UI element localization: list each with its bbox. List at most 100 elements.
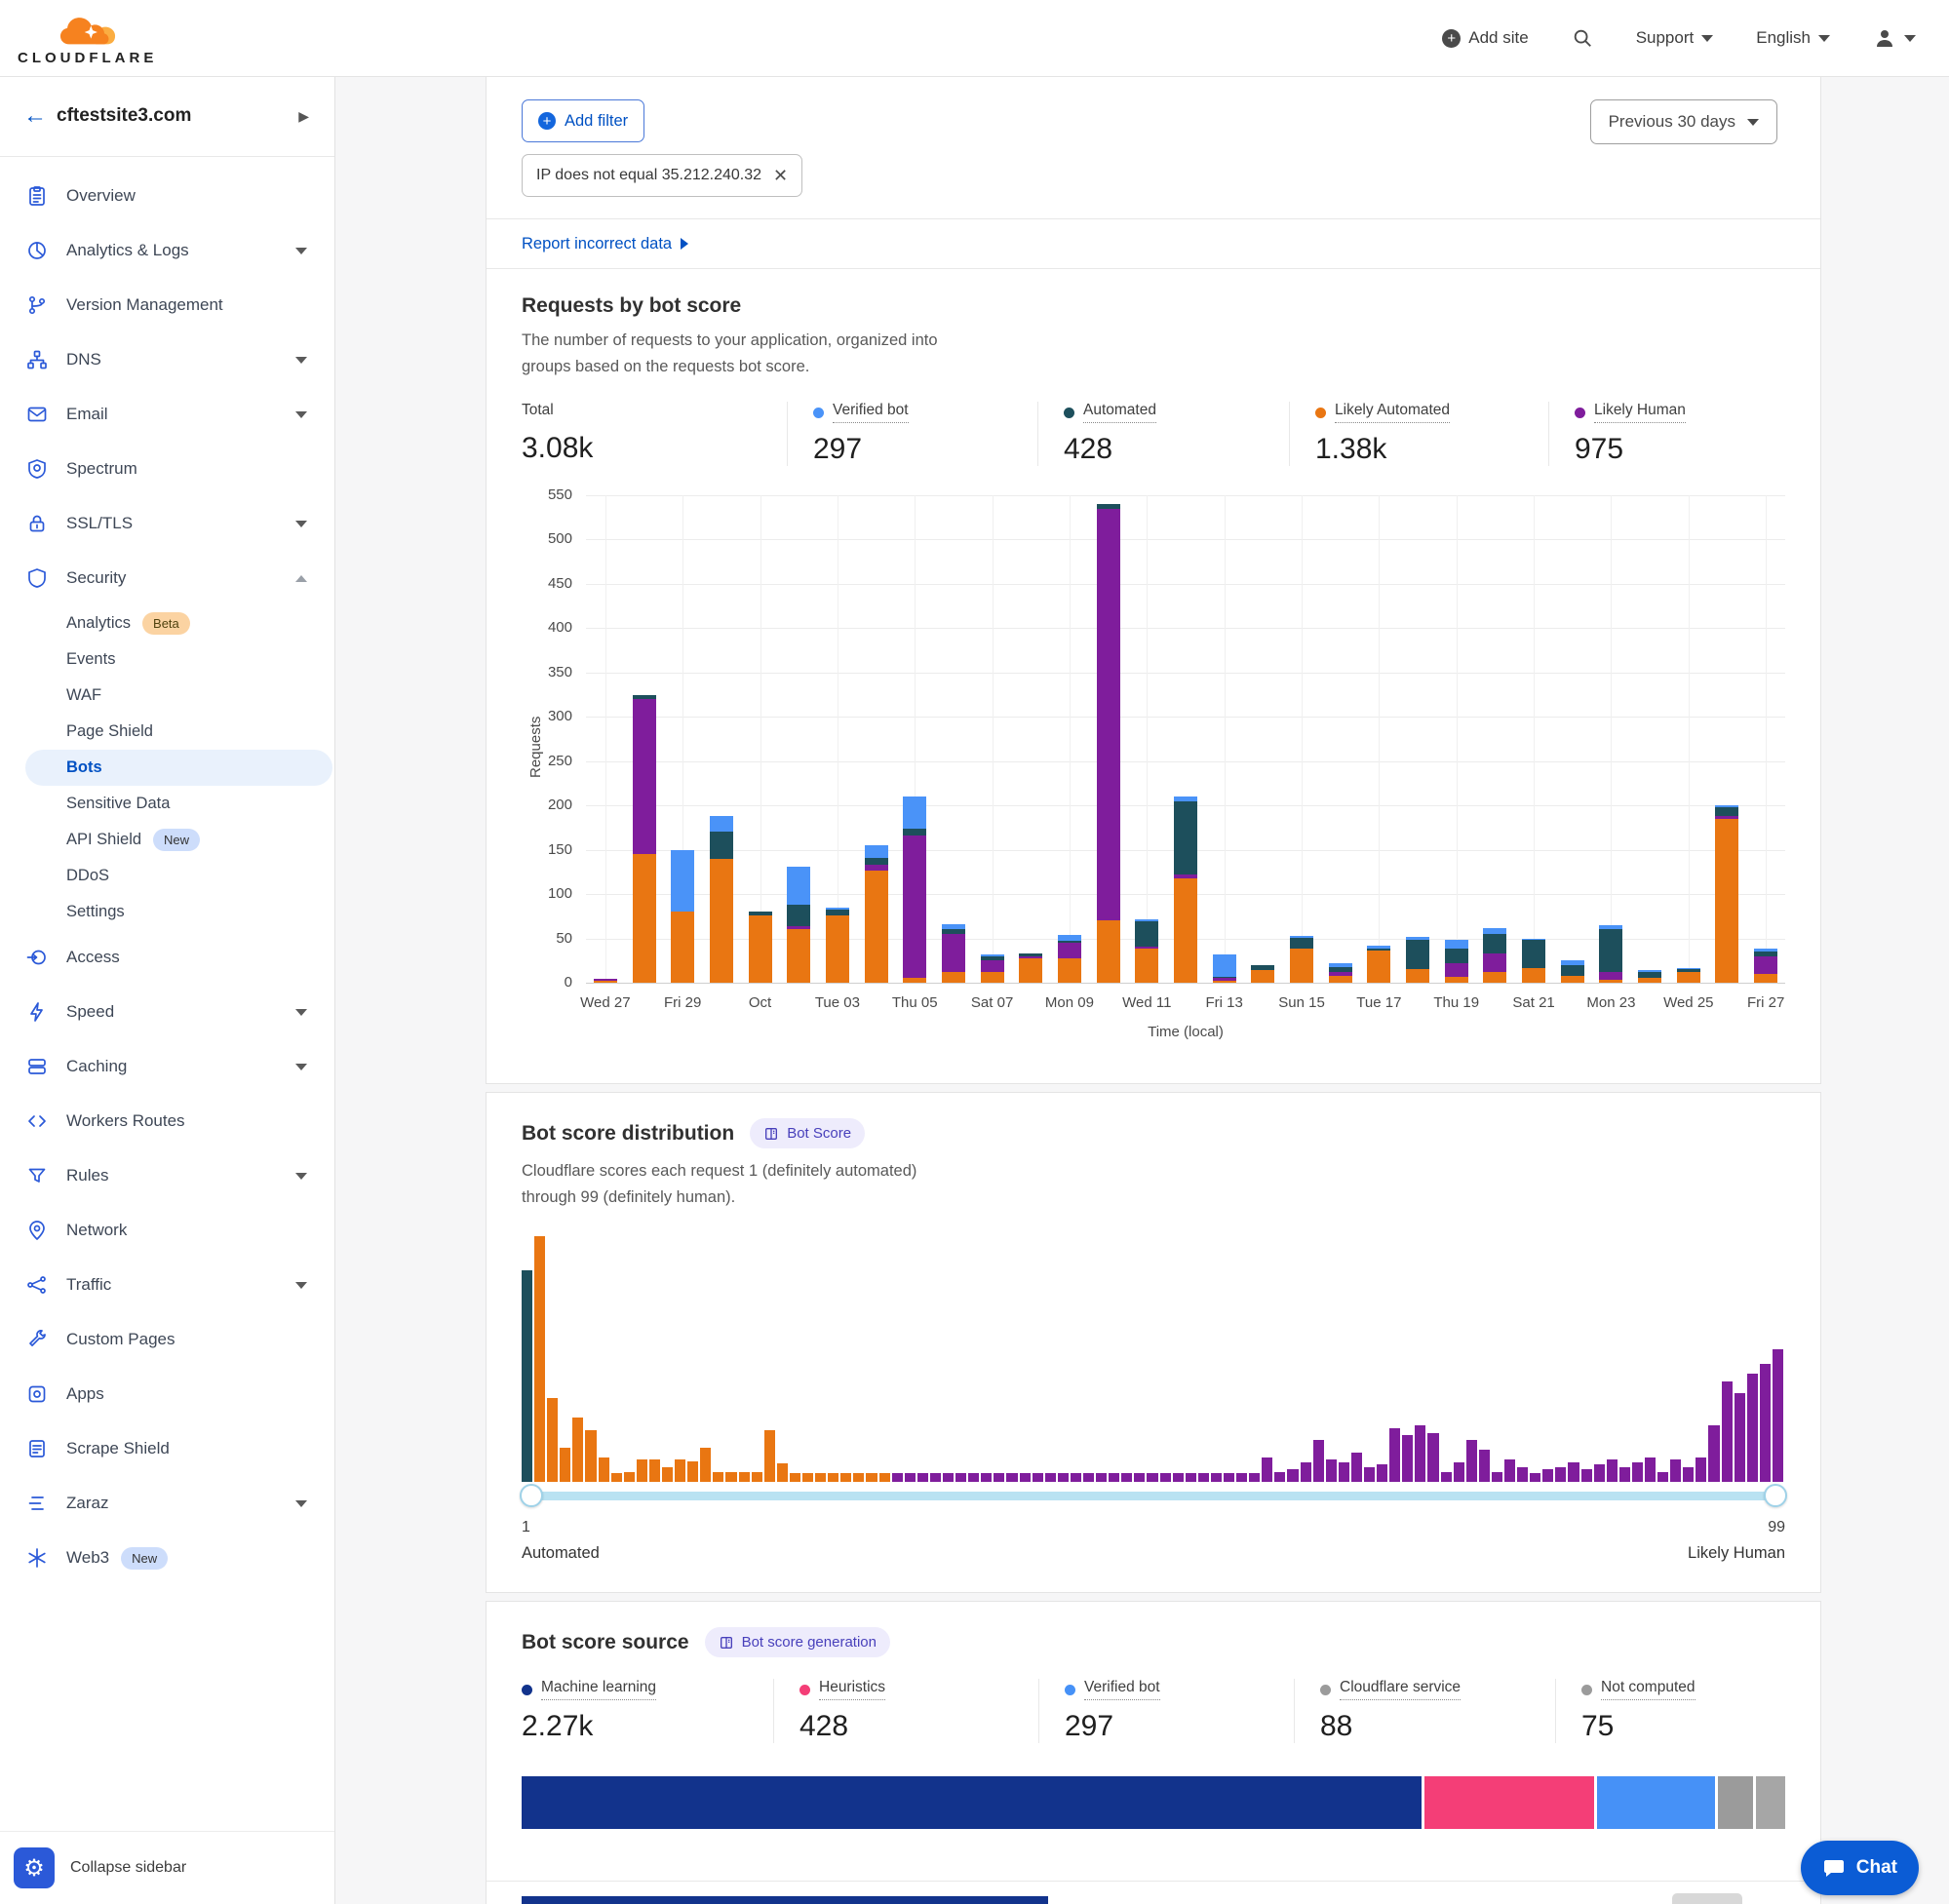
histogram-bar-score-95[interactable] — [1722, 1381, 1733, 1482]
bar-segment-verified-bot[interactable] — [1445, 940, 1468, 949]
histogram-bar-score-66[interactable] — [1351, 1453, 1362, 1482]
histogram-bar-score-17[interactable] — [725, 1472, 736, 1482]
add-filter-button[interactable]: + Add filter — [522, 99, 644, 142]
bar-segment-automated[interactable] — [1445, 949, 1468, 963]
histogram-bar-score-88[interactable] — [1632, 1462, 1643, 1482]
bar-segment-likely-automated[interactable] — [671, 912, 694, 983]
histogram-bar-score-30[interactable] — [892, 1473, 903, 1482]
source-segment-heuristics[interactable] — [1424, 1776, 1594, 1829]
stat-label[interactable]: Not computed — [1601, 1679, 1696, 1700]
bar-segment-likely-human[interactable] — [942, 934, 965, 972]
histogram-bar-score-33[interactable] — [930, 1473, 941, 1482]
bar-segment-automated[interactable] — [1522, 940, 1545, 967]
bar-segment-likely-human[interactable] — [1599, 972, 1622, 980]
histogram-bar-score-27[interactable] — [853, 1473, 864, 1482]
histogram-bar-score-62[interactable] — [1301, 1462, 1311, 1482]
bar-segment-likely-automated[interactable] — [1058, 958, 1081, 983]
bar-segment-likely-automated[interactable] — [1406, 969, 1429, 983]
bar-segment-verified-bot[interactable] — [1367, 946, 1390, 950]
bar-segment-likely-automated[interactable] — [1019, 958, 1042, 983]
histogram-bar-score-43[interactable] — [1058, 1473, 1069, 1482]
histogram-bar-score-29[interactable] — [879, 1473, 890, 1482]
bar-segment-automated[interactable] — [1754, 952, 1777, 956]
bar-segment-automated[interactable] — [1058, 941, 1081, 943]
sidebar-item-traffic[interactable]: Traffic — [0, 1258, 334, 1312]
bar-segment-likely-human[interactable] — [1058, 943, 1081, 958]
language-menu[interactable]: English — [1756, 28, 1830, 48]
histogram-bar-score-89[interactable] — [1645, 1457, 1656, 1482]
bar-segment-likely-human[interactable] — [1213, 978, 1236, 981]
bar-segment-likely-human[interactable] — [1329, 972, 1352, 976]
bar-segment-verified-bot[interactable] — [942, 924, 965, 929]
stat-label[interactable]: Verified bot — [833, 402, 909, 423]
bar-segment-automated[interactable] — [1019, 953, 1042, 956]
sidebar-item-workers-routes[interactable]: Workers Routes — [0, 1094, 334, 1148]
histogram-bar-score-58[interactable] — [1249, 1473, 1260, 1482]
bar-segment-likely-human[interactable] — [1174, 874, 1197, 878]
bot-score-generation-doc-badge[interactable]: Bot score generation — [705, 1627, 890, 1657]
sidebar-item-email[interactable]: Email — [0, 387, 334, 442]
histogram-bar-score-34[interactable] — [943, 1473, 954, 1482]
bar-segment-verified-bot[interactable] — [981, 954, 1004, 956]
sidebar-item-events[interactable]: Events — [0, 641, 334, 678]
stat-label[interactable]: Likely Automated — [1335, 402, 1450, 423]
sidebar-item-network[interactable]: Network — [0, 1203, 334, 1258]
histogram-bar-score-78[interactable] — [1504, 1459, 1515, 1482]
chat-button[interactable]: Chat — [1801, 1841, 1919, 1895]
bar-segment-verified-bot[interactable] — [1715, 805, 1738, 807]
bar-segment-automated[interactable] — [981, 956, 1004, 961]
bar-segment-verified-bot[interactable] — [1754, 949, 1777, 952]
bar-segment-likely-human[interactable] — [981, 960, 1004, 972]
bar-segment-likely-automated[interactable] — [1483, 972, 1506, 983]
histogram-bar-score-59[interactable] — [1262, 1457, 1272, 1482]
histogram-bar-score-44[interactable] — [1071, 1473, 1081, 1482]
bar-segment-automated[interactable] — [749, 912, 772, 915]
histogram-bar-score-21[interactable] — [777, 1463, 788, 1482]
add-site-button[interactable]: + Add site — [1442, 28, 1528, 48]
histogram-bar-score-82[interactable] — [1555, 1467, 1566, 1482]
bar-segment-likely-automated[interactable] — [1135, 949, 1158, 983]
bar-segment-verified-bot[interactable] — [1290, 936, 1313, 938]
histogram-bar-score-5[interactable] — [572, 1418, 583, 1482]
bar-segment-verified-bot[interactable] — [1677, 968, 1700, 970]
bar-segment-verified-bot[interactable] — [710, 816, 733, 832]
histogram-bar-score-53[interactable] — [1186, 1473, 1196, 1482]
bar-segment-verified-bot[interactable] — [1329, 963, 1352, 967]
bar-segment-likely-automated[interactable] — [710, 859, 733, 983]
bar-segment-likely-automated[interactable] — [1715, 819, 1738, 983]
close-icon[interactable]: ✕ — [773, 166, 788, 186]
histogram-bar-score-77[interactable] — [1492, 1472, 1502, 1482]
histogram-bar-score-73[interactable] — [1441, 1472, 1452, 1482]
sidebar-item-waf[interactable]: WAF — [0, 678, 334, 714]
histogram-bar-score-1[interactable] — [522, 1270, 532, 1482]
sidebar-item-overview[interactable]: Overview — [0, 169, 334, 223]
histogram-bar-score-84[interactable] — [1581, 1469, 1592, 1482]
bar-segment-automated[interactable] — [1290, 938, 1313, 950]
histogram-bar-score-61[interactable] — [1287, 1469, 1298, 1482]
source-segment-cloudflare-service[interactable] — [1718, 1776, 1753, 1829]
bar-segment-likely-automated[interactable] — [749, 915, 772, 983]
source-segment-machine-learning[interactable] — [522, 1776, 1422, 1829]
collapse-sidebar-label[interactable]: Collapse sidebar — [70, 1859, 186, 1877]
sidebar-item-bots[interactable]: Bots — [25, 750, 332, 786]
histogram-bar-score-48[interactable] — [1121, 1473, 1132, 1482]
histogram-bar-score-25[interactable] — [828, 1473, 838, 1482]
bar-segment-likely-automated[interactable] — [633, 854, 656, 983]
stat-label[interactable]: Machine learning — [541, 1679, 656, 1700]
histogram-bar-score-65[interactable] — [1339, 1462, 1349, 1482]
histogram-bar-score-18[interactable] — [739, 1472, 750, 1482]
histogram-bar-score-40[interactable] — [1020, 1473, 1031, 1482]
sidebar-item-ddos[interactable]: DDoS — [0, 858, 334, 894]
bar-segment-likely-human[interactable] — [633, 699, 656, 854]
histogram-bar-score-56[interactable] — [1224, 1473, 1234, 1482]
cloudflare-logo[interactable]: CLOUDFLARE — [18, 13, 157, 66]
histogram-bar-score-68[interactable] — [1377, 1464, 1387, 1482]
bar-segment-likely-human[interactable] — [1097, 509, 1120, 921]
bar-segment-likely-automated[interactable] — [1367, 951, 1390, 983]
account-menu[interactable] — [1873, 26, 1916, 50]
sidebar-item-speed[interactable]: Speed — [0, 985, 334, 1039]
date-range-dropdown[interactable]: Previous 30 days — [1590, 99, 1777, 144]
bar-segment-likely-automated[interactable] — [1522, 968, 1545, 983]
bar-segment-likely-human[interactable] — [787, 926, 810, 930]
bar-segment-likely-human[interactable] — [865, 865, 888, 870]
